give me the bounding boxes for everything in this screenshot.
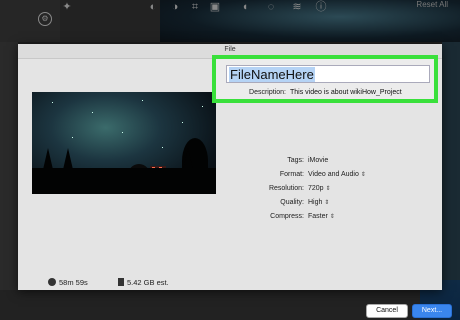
viewer-background bbox=[442, 42, 460, 320]
dialog-title: File bbox=[224, 46, 236, 53]
filename-value: FileNameHere bbox=[229, 67, 315, 82]
document-icon bbox=[118, 278, 124, 286]
compress-value: Faster bbox=[308, 213, 328, 220]
quality-label: Quality: bbox=[280, 199, 304, 206]
stabilization-icon[interactable]: ▣ bbox=[208, 0, 222, 14]
color-correction-icon[interactable]: ◑ bbox=[168, 0, 182, 14]
resolution-label: Resolution: bbox=[268, 185, 304, 192]
chevron-updown-icon: ⇕ bbox=[329, 214, 335, 220]
format-label: Format: bbox=[279, 171, 304, 178]
sidebar-background bbox=[0, 42, 18, 320]
color-balance-icon[interactable]: ◐ bbox=[146, 0, 160, 14]
format-value: Video and Audio bbox=[308, 171, 359, 178]
file-size-value: 5.42 GB est. bbox=[127, 278, 169, 287]
compress-label: Compress: bbox=[270, 213, 304, 220]
resolution-value: 720p bbox=[308, 185, 324, 192]
info-icon[interactable]: ⓘ bbox=[314, 0, 328, 14]
description-field[interactable]: This video is about wikiHow_Project bbox=[290, 89, 402, 96]
crop-icon[interactable]: ⌗ bbox=[188, 0, 202, 14]
description-label: Description: bbox=[249, 89, 286, 96]
resolution-select[interactable]: 720p ⇕ bbox=[308, 185, 331, 192]
clock-icon bbox=[48, 278, 56, 286]
quality-value: High bbox=[308, 199, 323, 206]
gear-icon[interactable]: ⚙ bbox=[38, 12, 52, 26]
video-thumbnail bbox=[32, 92, 216, 194]
filename-input[interactable]: FileNameHere bbox=[226, 65, 430, 83]
viewer-preview bbox=[160, 0, 460, 42]
quality-select[interactable]: High ⇕ bbox=[308, 199, 329, 206]
speed-icon[interactable]: ◌ bbox=[264, 0, 278, 14]
compress-select[interactable]: Faster ⇕ bbox=[308, 213, 335, 220]
library-panel: ⚙ bbox=[0, 0, 60, 42]
chevron-updown-icon: ⇕ bbox=[325, 186, 331, 192]
noise-reduction-icon[interactable]: ≋ bbox=[290, 0, 304, 14]
cancel-button[interactable]: Cancel bbox=[366, 304, 408, 318]
chevron-updown-icon: ⇕ bbox=[360, 172, 366, 178]
chevron-updown-icon: ⇕ bbox=[324, 200, 330, 206]
volume-icon[interactable]: ◖ bbox=[238, 0, 252, 14]
magic-wand-icon[interactable]: ✦ bbox=[60, 0, 74, 14]
next-button[interactable]: Next... bbox=[412, 304, 452, 318]
tags-label: Tags: bbox=[287, 157, 304, 164]
duration: 58m 59s bbox=[48, 278, 88, 287]
tags-value[interactable]: iMovie bbox=[308, 157, 328, 164]
reset-all-button[interactable]: Reset All bbox=[416, 0, 448, 9]
file-size: 5.42 GB est. bbox=[118, 278, 169, 287]
duration-value: 58m 59s bbox=[59, 278, 88, 287]
format-select[interactable]: Video and Audio ⇕ bbox=[308, 171, 366, 178]
